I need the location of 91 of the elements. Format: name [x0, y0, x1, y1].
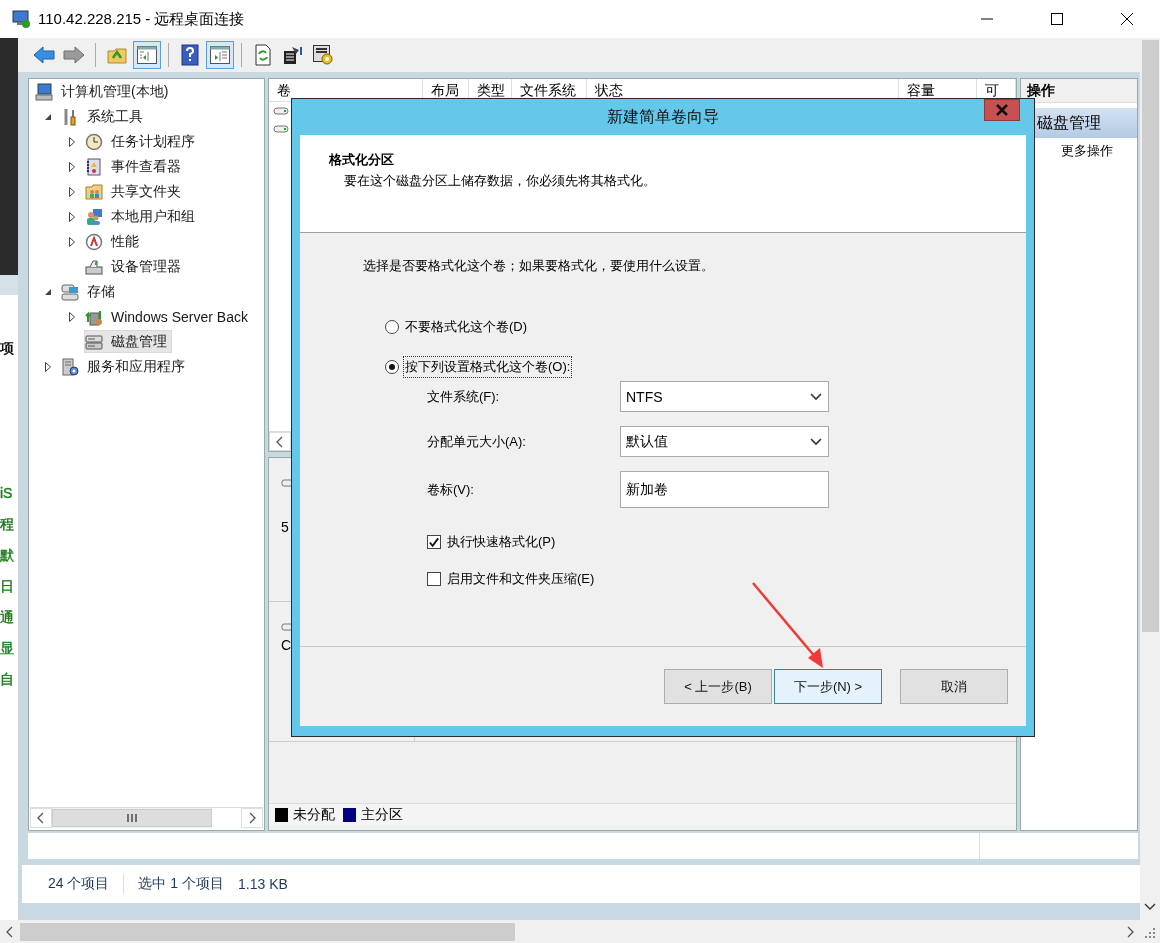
toolbar-button[interactable]	[133, 41, 161, 69]
radio-option[interactable]: 不要格式化这个卷(D)	[385, 316, 530, 338]
device-icon	[85, 257, 103, 276]
tree-item[interactable]: 计算机管理(本地)	[34, 80, 174, 103]
page-heading: 格式化分区	[329, 151, 395, 169]
field-label: 文件系统(F):	[427, 387, 501, 406]
radio-button[interactable]	[385, 360, 399, 374]
forward-arrow-icon	[63, 46, 85, 64]
volume-icon	[273, 124, 289, 134]
resize-grip-icon[interactable]	[1144, 925, 1156, 938]
window-title: 110.42.228.215 - 远程桌面连接	[38, 9, 245, 29]
shared-folder-icon	[85, 182, 103, 201]
chevron-down-icon	[810, 437, 822, 446]
dialog-button[interactable]: 下一步(N) >	[774, 669, 882, 704]
text-fragment: 显	[0, 640, 14, 657]
disk-label: C	[281, 636, 292, 655]
export-list-icon	[282, 45, 304, 65]
page-description: 要在这个磁盘分区上储存数据，你必须先将其格式化。	[344, 172, 657, 190]
clock-icon	[85, 132, 103, 151]
folder-up-icon	[107, 46, 127, 64]
legend-label: 主分区	[361, 806, 403, 824]
status-text: 1.13 KB	[238, 876, 288, 892]
show-tree-icon	[136, 45, 158, 65]
tree-item[interactable]: 本地用户和组	[84, 205, 200, 228]
tree-item[interactable]: 任务计划程序	[84, 130, 200, 153]
tree-item[interactable]: 系统工具	[60, 105, 148, 128]
field-label: 分配单元大小(A):	[427, 432, 527, 451]
help-icon	[181, 44, 199, 66]
text-fragment: iS	[0, 485, 13, 502]
back-arrow-icon	[33, 46, 55, 64]
storage-icon	[61, 282, 79, 301]
checkbox[interactable]	[427, 535, 441, 549]
tree-item[interactable]: 设备管理器	[84, 255, 186, 278]
text-fragment: 自	[0, 671, 14, 688]
vertical-scrollbar[interactable]	[1140, 38, 1160, 920]
close-button[interactable]	[984, 99, 1020, 121]
horizontal-scrollbar[interactable]	[30, 807, 263, 828]
remote-desktop-icon	[12, 9, 32, 29]
gauge-icon	[85, 232, 103, 251]
grip-icon	[126, 813, 138, 823]
field-label: 卷标(V):	[427, 480, 475, 499]
close-icon	[1121, 13, 1133, 25]
status-text: 选中 1 个项目	[138, 875, 225, 893]
disk-label: 5	[281, 518, 289, 537]
text-fragment: 项	[0, 340, 14, 357]
tree-item[interactable]: 磁盘管理	[84, 330, 172, 353]
scroll-down-icon[interactable]	[1144, 902, 1156, 912]
instruction-text: 选择是否要格式化这个卷；如果要格式化，要使用什么设置。	[363, 257, 714, 275]
chevron-down-icon	[810, 392, 822, 401]
scroll-left-icon[interactable]	[275, 435, 285, 448]
tree-item[interactable]: 存储	[60, 280, 120, 303]
option-label: 不要格式化这个卷(D)	[404, 318, 529, 336]
checkbox[interactable]	[427, 572, 441, 586]
disk-drive-icon	[85, 332, 103, 351]
text-fragment: 默	[0, 547, 14, 564]
refresh-icon	[254, 44, 272, 66]
toolbar-button[interactable]	[206, 41, 234, 69]
checkbox-label: 执行快速格式化(P)	[447, 533, 556, 551]
scroll-left-icon[interactable]	[5, 925, 15, 938]
dropdown[interactable]: NTFS	[620, 381, 829, 412]
legend-label: 未分配	[293, 806, 335, 824]
computer-icon	[35, 82, 53, 101]
radio-button[interactable]	[385, 320, 399, 334]
dialog-button[interactable]: < 上一步(B)	[664, 669, 772, 704]
server-icon	[61, 357, 79, 376]
checkbox-label: 启用文件和文件夹压缩(E)	[447, 570, 595, 588]
dialog-button[interactable]: 取消	[900, 669, 1008, 704]
text-fragment: 程	[0, 516, 14, 533]
status-text: 24 个项目	[48, 875, 110, 893]
users-icon	[85, 207, 103, 226]
tree-item[interactable]: 服务和应用程序	[60, 355, 190, 378]
dialog-title: 新建简单卷向导	[607, 106, 719, 127]
notebook-icon	[85, 157, 103, 176]
scroll-left-icon[interactable]	[36, 812, 46, 824]
properties-icon	[312, 44, 334, 66]
tree-item[interactable]: 性能	[84, 230, 144, 253]
text-fragment: 通	[0, 609, 14, 626]
scroll-right-icon[interactable]	[1125, 925, 1135, 938]
close-icon	[996, 104, 1008, 116]
show-action-pane-icon	[209, 45, 231, 65]
tree-item[interactable]: Windows Server Back	[84, 305, 253, 328]
tree-item[interactable]: 事件查看器	[84, 155, 186, 178]
dropdown[interactable]: 默认值	[620, 426, 829, 457]
tree-item[interactable]: 共享文件夹	[84, 180, 186, 203]
input-field[interactable]: 新加卷	[620, 471, 829, 508]
actions-title: 操作	[1021, 79, 1137, 103]
volume-icon	[273, 106, 289, 116]
horizontal-scrollbar[interactable]	[0, 920, 1160, 943]
text-fragment: 日	[0, 578, 14, 595]
scroll-right-icon[interactable]	[247, 812, 257, 824]
maximize-icon	[1051, 13, 1063, 25]
